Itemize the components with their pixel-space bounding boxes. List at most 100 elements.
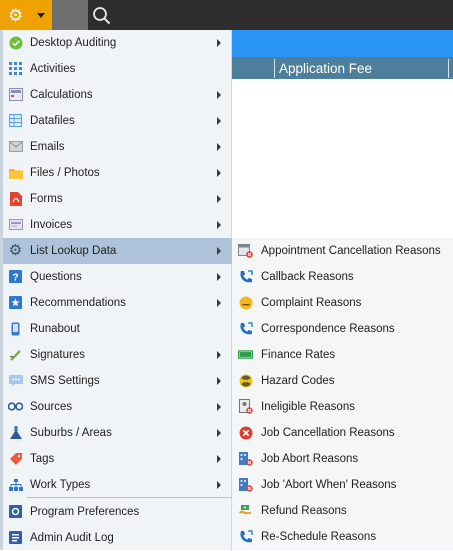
submenu-item-ineligible-reasons[interactable]: Ineligible Reasons (232, 394, 453, 420)
menu-item-label: Datafiles (30, 115, 75, 127)
submenu-item-label: Finance Rates (261, 349, 336, 361)
submenu-arrow-icon (217, 91, 221, 99)
submenu-arrow-icon (217, 39, 221, 47)
menu-item-program-preferences[interactable]: Program Preferences (3, 499, 232, 525)
menu-item-label: Program Preferences (30, 506, 140, 518)
menu-item-invoices[interactable]: Invoices (3, 212, 232, 238)
submenu-arrow-icon (217, 299, 221, 307)
submenu-item-label: Re-Schedule Reasons (261, 531, 377, 543)
menu-item-datafiles[interactable]: Datafiles (3, 108, 232, 134)
submenu-arrow-icon (217, 195, 221, 203)
menu-item-label: Desktop Auditing (30, 37, 117, 49)
submenu-arrow-icon (217, 143, 221, 151)
settings-menu-button[interactable]: ⚙ (0, 0, 52, 30)
submenu-item-hazard-codes[interactable]: Hazard Codes (232, 368, 453, 394)
column-separator (274, 59, 275, 78)
calendar-cancel-icon (238, 243, 253, 258)
submenu-item-refund-reasons[interactable]: Refund Reasons (232, 498, 453, 524)
menu-item-label: Sources (30, 401, 73, 413)
menu-item-label: Calculations (30, 89, 93, 101)
menu-item-emails[interactable]: Emails (3, 134, 232, 160)
menu-item-forms[interactable]: Forms (3, 186, 232, 212)
question-icon: ? (8, 269, 23, 284)
submenu-item-callback-reasons[interactable]: Callback Reasons (232, 264, 453, 290)
search-icon (93, 7, 111, 25)
menu-item-work-types[interactable]: Work Types (3, 472, 232, 498)
menu-item-calculations[interactable]: Calculations (3, 82, 232, 108)
menu-item-list-lookup-data[interactable]: ⚙ List Lookup Data (3, 238, 232, 264)
submenu-arrow-icon (217, 455, 221, 463)
submenu-item-appointment-cancellation-reasons[interactable]: Appointment Cancellation Reasons (232, 238, 453, 264)
menu-item-label: Files / Photos (30, 167, 100, 179)
submenu-arrow-icon (217, 247, 221, 255)
phone-icon (8, 321, 23, 336)
submenu-item-job-cancellation-reasons[interactable]: Job Cancellation Reasons (232, 420, 453, 446)
building-cancel-icon (238, 477, 253, 492)
star-icon (8, 295, 23, 310)
menu-item-activities[interactable]: Activities (3, 56, 232, 82)
submenu-item-label: Callback Reasons (261, 271, 354, 283)
gear-icon: ⚙ (8, 242, 23, 259)
submenu-arrow-icon (217, 377, 221, 385)
sad-face-icon (238, 295, 253, 310)
envelope-icon (8, 139, 23, 154)
submenu-item-complaint-reasons[interactable]: Complaint Reasons (232, 290, 453, 316)
phone-callback-icon (238, 269, 253, 284)
menu-item-recommendations[interactable]: Recommendations (3, 290, 232, 316)
main-dropdown-menu: Desktop Auditing Activities Calculations… (3, 30, 232, 550)
submenu-arrow-icon (217, 169, 221, 177)
menu-item-runabout[interactable]: Runabout (3, 316, 232, 342)
search-button[interactable] (92, 6, 112, 26)
submenu-item-re-schedule-reasons[interactable]: Re-Schedule Reasons (232, 524, 453, 550)
binoculars-icon (8, 399, 23, 414)
menu-item-admin-audit-log[interactable]: Admin Audit Log (3, 525, 232, 551)
menu-item-label: Activities (30, 63, 76, 75)
menu-item-sms-settings[interactable]: SMS Settings (3, 368, 232, 394)
toolbar-tab[interactable] (52, 0, 88, 30)
chat-icon (8, 373, 23, 388)
menu-item-label: Questions (30, 271, 82, 283)
phone-callback-icon (238, 529, 253, 544)
menu-item-suburbs-areas[interactable]: Suburbs / Areas (3, 420, 232, 446)
menu-item-label: Emails (30, 141, 65, 153)
folder-icon (8, 165, 23, 180)
signature-icon (8, 347, 23, 362)
submenu-item-label: Refund Reasons (261, 505, 347, 517)
menu-item-files-photos[interactable]: Files / Photos (3, 160, 232, 186)
settings-icon (8, 504, 23, 519)
hierarchy-icon (8, 477, 23, 492)
menu-item-tags[interactable]: Tags (3, 446, 232, 472)
submenu-arrow-icon (217, 221, 221, 229)
gear-icon: ⚙ (8, 6, 24, 25)
menu-item-desktop-auditing[interactable]: Desktop Auditing (3, 30, 232, 56)
menu-item-label: Work Types (30, 479, 91, 491)
submenu-arrow-icon (217, 429, 221, 437)
menu-item-label: Runabout (30, 323, 80, 335)
menu-item-label: Signatures (30, 349, 85, 361)
submenu-item-label: Job Abort Reasons (261, 453, 359, 465)
tag-icon (8, 451, 23, 466)
submenu-arrow-icon (217, 351, 221, 359)
column-header-application-fee[interactable]: Application Fee (279, 60, 372, 77)
building-cancel-icon (238, 451, 253, 466)
menu-item-questions[interactable]: ? Questions (3, 264, 232, 290)
table-icon (8, 113, 23, 128)
menu-item-label: Recommendations (30, 297, 126, 309)
submenu-item-label: Job Cancellation Reasons (261, 427, 395, 439)
submenu-item-correspondence-reasons[interactable]: Correspondence Reasons (232, 316, 453, 342)
menu-item-label: Admin Audit Log (30, 532, 114, 544)
submenu-item-finance-rates[interactable]: Finance Rates (232, 342, 453, 368)
refund-icon (238, 503, 253, 518)
submenu-arrow-icon (217, 481, 221, 489)
pdf-icon (8, 191, 23, 206)
check-circle-icon (8, 35, 23, 50)
menu-divider (27, 497, 232, 498)
menu-item-label: Suburbs / Areas (30, 427, 112, 439)
submenu-item-job-abort-when-reasons[interactable]: Job 'Abort When' Reasons (232, 472, 453, 498)
menu-item-signatures[interactable]: Signatures (3, 342, 232, 368)
submenu-item-job-abort-reasons[interactable]: Job Abort Reasons (232, 446, 453, 472)
caret-down-icon (37, 13, 45, 18)
column-separator (448, 59, 449, 78)
menu-item-sources[interactable]: Sources (3, 394, 232, 420)
submenu-arrow-icon (217, 273, 221, 281)
